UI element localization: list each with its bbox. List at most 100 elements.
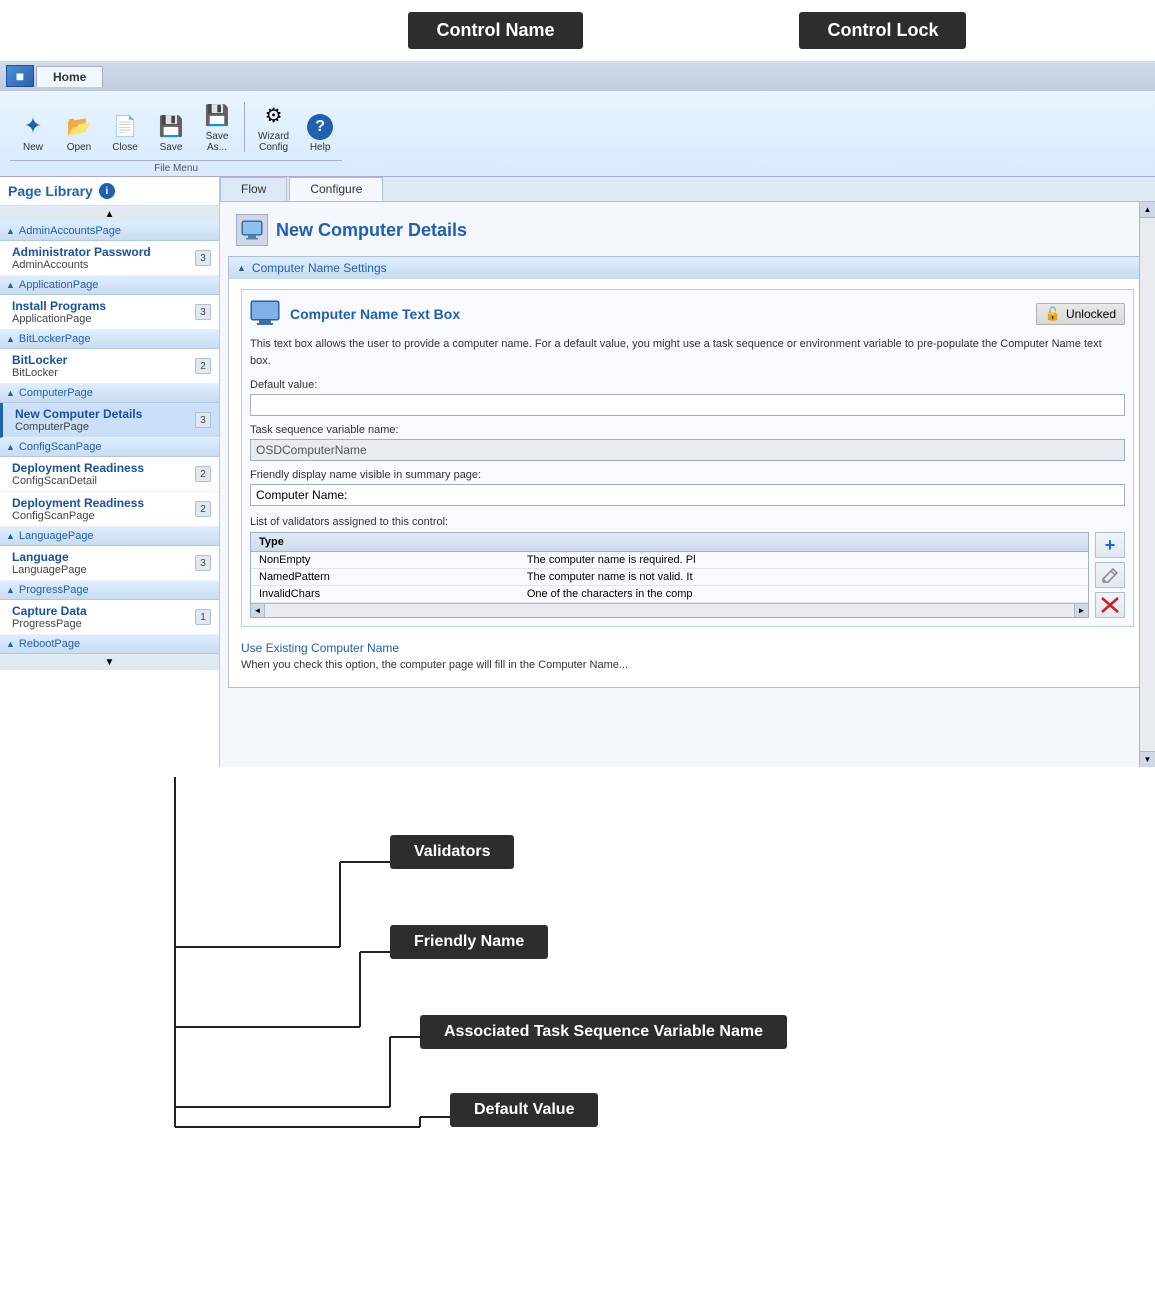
help-button[interactable]: ? Help (298, 110, 342, 157)
control-description: This text box allows the user to provide… (250, 336, 1125, 369)
ribbon-group-label: File Menu (10, 160, 342, 176)
sidebar-item-language[interactable]: Language LanguagePage 3 (0, 546, 219, 581)
item-badge: 1 (195, 609, 211, 625)
validators-label: List of validators assigned to this cont… (250, 516, 1125, 528)
item-sub: ComputerPage (15, 421, 142, 433)
wizard-config-button[interactable]: ⚙ Wizard Config (249, 97, 298, 157)
item-sub: AdminAccounts (12, 259, 151, 271)
table-scroll-right[interactable]: ► (1074, 604, 1088, 617)
sidebar-section-reboot[interactable]: ▲ RebootPage (0, 635, 219, 654)
ribbon-buttons: ✦ New 📂 Open 📄 Close 💾 Save 💾 Save (10, 97, 342, 157)
item-title: New Computer Details (15, 407, 142, 421)
open-button[interactable]: 📂 Open (56, 108, 102, 157)
section-title: Computer Name Settings (252, 261, 387, 275)
friendly-name-annotation: Friendly Name (390, 925, 548, 959)
wizard-config-label: Wizard Config (258, 131, 289, 153)
default-value-label: Default value: (250, 379, 1125, 391)
sidebar-section-configscan[interactable]: ▲ ConfigScanPage (0, 438, 219, 457)
save-as-button[interactable]: 💾 Save As... (194, 97, 240, 157)
section-expand-icon: ▲ (237, 263, 246, 273)
control-card-header: Computer Name Text Box 🔓 Unlocked (250, 298, 1125, 330)
table-row[interactable]: NonEmpty The computer name is required. … (251, 552, 1088, 569)
help-icon: ? (307, 114, 333, 140)
default-value-input[interactable] (250, 394, 1125, 416)
validators-buttons: + (1095, 532, 1125, 618)
help-label: Help (310, 142, 331, 153)
friendly-name-input[interactable] (250, 484, 1125, 506)
item-title: Administrator Password (12, 245, 151, 259)
lock-state: Unlocked (1066, 307, 1116, 321)
section-arrow: ▲ (6, 442, 15, 452)
friendly-name-label: Friendly display name visible in summary… (250, 469, 1125, 481)
item-sub: LanguagePage (12, 564, 87, 576)
sidebar-scroll-up[interactable]: ▲ (0, 206, 219, 222)
sidebar-scroll-down[interactable]: ▼ (0, 654, 219, 670)
section-body: Computer Name Text Box 🔓 Unlocked This t… (229, 279, 1146, 687)
ribbon-content: ✦ New 📂 Open 📄 Close 💾 Save 💾 Save (0, 91, 1155, 176)
item-badge: 3 (195, 304, 211, 320)
sidebar-item-deployment-2[interactable]: Deployment Readiness ConfigScanPage 2 (0, 492, 219, 527)
sidebar-item-new-computer[interactable]: New Computer Details ComputerPage 3 (0, 403, 219, 438)
sidebar-info-icon[interactable]: i (99, 183, 115, 199)
lock-badge[interactable]: 🔓 Unlocked (1036, 303, 1125, 325)
wizard-config-icon: ⚙ (260, 101, 288, 129)
delete-validator-button[interactable] (1095, 592, 1125, 618)
close-button[interactable]: 📄 Close (102, 108, 148, 157)
control-lock-annotation: Control Lock (799, 12, 966, 49)
new-label: New (23, 142, 43, 153)
save-label: Save (160, 142, 183, 153)
ribbon-group-file: ✦ New 📂 Open 📄 Close 💾 Save 💾 Save (10, 97, 342, 176)
item-sub: BitLocker (12, 367, 67, 379)
validator-desc: One of the characters in the comp (519, 586, 1088, 603)
use-existing-link[interactable]: Use Existing Computer Name (241, 641, 399, 655)
sidebar-section-application[interactable]: ▲ ApplicationPage (0, 276, 219, 295)
main-layout: Page Library i ▲ ▲ AdminAccountsPage Adm… (0, 177, 1155, 767)
section-header[interactable]: ▲ Computer Name Settings (229, 257, 1146, 279)
use-existing-section: Use Existing Computer Name When you chec… (241, 635, 1134, 677)
sidebar-item-bitlocker[interactable]: BitLocker BitLocker 2 (0, 349, 219, 384)
content-area: Flow Configure New Computer Details (220, 177, 1155, 767)
sidebar-section-progress[interactable]: ▲ ProgressPage (0, 581, 219, 600)
sidebar-section-admin-accounts[interactable]: ▲ AdminAccountsPage (0, 222, 219, 241)
section-arrow: ▲ (6, 226, 15, 236)
page-title: New Computer Details (276, 220, 467, 241)
sidebar-section-language[interactable]: ▲ LanguagePage (0, 527, 219, 546)
validators-section: List of validators assigned to this cont… (250, 516, 1125, 618)
tab-flow[interactable]: Flow (220, 177, 287, 201)
section-label: ComputerPage (19, 387, 93, 399)
section-label: ProgressPage (19, 584, 89, 596)
control-title: Computer Name Text Box (290, 306, 460, 322)
scroll-up-btn[interactable]: ▲ (1140, 202, 1155, 218)
sidebar-item-install-programs[interactable]: Install Programs ApplicationPage 3 (0, 295, 219, 330)
validator-desc: The computer name is required. Pl (519, 552, 1088, 569)
section-label: ApplicationPage (19, 279, 99, 291)
sidebar-item-admin-password[interactable]: Administrator Password AdminAccounts 3 (0, 241, 219, 276)
item-title: Install Programs (12, 299, 106, 313)
sidebar-section-bitlocker[interactable]: ▲ BitLockerPage (0, 330, 219, 349)
table-row[interactable]: NamedPattern The computer name is not va… (251, 569, 1088, 586)
validator-type: NonEmpty (251, 552, 519, 569)
control-name-annotation: Control Name (408, 12, 582, 49)
sidebar-item-deployment-1[interactable]: Deployment Readiness ConfigScanDetail 2 (0, 457, 219, 492)
sidebar-section-computer[interactable]: ▲ ComputerPage (0, 384, 219, 403)
ribbon-tab-home[interactable]: Home (36, 66, 103, 87)
content-scrollbar: ▲ ▼ (1139, 202, 1155, 767)
close-icon: 📄 (111, 112, 139, 140)
validator-type: InvalidChars (251, 586, 519, 603)
add-validator-button[interactable]: + (1095, 532, 1125, 558)
section-label: BitLockerPage (19, 333, 91, 345)
table-row[interactable]: InvalidChars One of the characters in th… (251, 586, 1088, 603)
task-seq-input (250, 439, 1125, 461)
scroll-down-btn[interactable]: ▼ (1140, 751, 1155, 767)
edit-validator-button[interactable] (1095, 562, 1125, 588)
validator-desc: The computer name is not valid. It (519, 569, 1088, 586)
sidebar-header: Page Library i (0, 177, 219, 206)
office-button[interactable]: ■ (6, 65, 34, 87)
sidebar-item-capture-data[interactable]: Capture Data ProgressPage 1 (0, 600, 219, 635)
control-card: Computer Name Text Box 🔓 Unlocked This t… (241, 289, 1134, 627)
tab-configure[interactable]: Configure (289, 177, 383, 201)
table-scroll-left[interactable]: ◄ (251, 604, 265, 617)
new-button[interactable]: ✦ New (10, 108, 56, 157)
save-button[interactable]: 💾 Save (148, 108, 194, 157)
sidebar: Page Library i ▲ ▲ AdminAccountsPage Adm… (0, 177, 220, 767)
